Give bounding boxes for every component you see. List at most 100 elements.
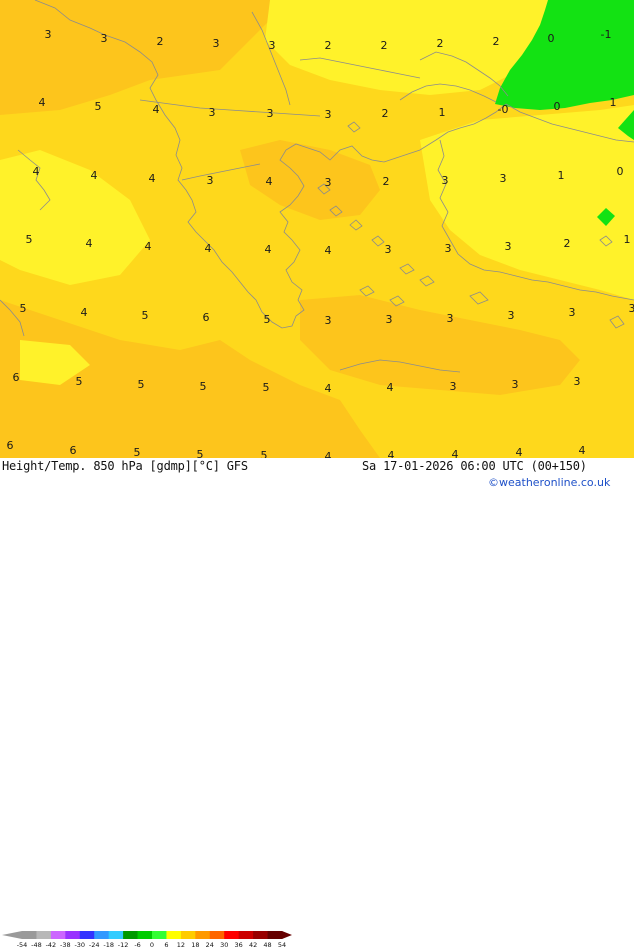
temperature-value: 0 [548,32,555,45]
colorbar-tick-label: -24 [89,941,100,948]
temperature-value: 5 [95,100,102,113]
colorbar-swatch [268,931,283,939]
colorbar-tick-label: -48 [31,941,42,948]
colorbar-tick-label: 24 [206,941,214,948]
temperature-value: 4 [325,450,332,458]
colorbar-swatch [123,931,138,939]
temperature-value: 1 [558,169,565,182]
colorbar-tick-label: 30 [220,941,228,948]
colorbar-swatch [109,931,124,939]
temperature-value: 5 [138,378,145,391]
colorbar-tick-label: -30 [74,941,85,948]
temperature-value: 6 [70,444,77,457]
run-time-label: Sa 17-01-2026 06:00 UTC (00+150) [362,459,587,473]
map-canvas: 3 3 2 3 3 2 2 2 2 0 -1 4 5 4 3 3 3 2 1 -0 0 1 4 4 4 3 4 3 2 3 3 1 0 5 4 4 4 4… [0,0,634,458]
temperature-value: 3 [505,240,512,253]
colorbar-swatch [166,931,181,939]
colorbar-tick-label: 12 [177,941,185,948]
temperature-value: 0 [554,100,561,113]
temperature-value: 4 [149,172,156,185]
temperature-value: 3 [45,28,52,41]
temperature-value: 5 [142,309,149,322]
temperature-value: 3 [508,309,515,322]
temperature-value: 4 [387,381,394,394]
temperature-value: 4 [325,244,332,257]
temperature-value: -1 [601,28,612,41]
colorbar-swatch [181,931,196,939]
temperature-value: 5 [264,313,271,326]
temperature-value: 3 [445,242,452,255]
temperature-value: -0 [498,103,509,116]
temperature-value: 3 [512,378,519,391]
temperature-value: 2 [493,35,500,48]
temperature-value: 4 [86,237,93,250]
temperature-value: 3 [569,306,576,319]
temperature-value: 3 [267,107,274,120]
temperature-value: 4 [33,165,40,178]
temperature-value: 2 [564,237,571,250]
temperature-value: 4 [579,444,586,457]
temperature-value: 4 [81,306,88,319]
map-title-label: Height/Temp. 850 hPa [gdmp][°C] GFS [2,459,248,473]
temperature-value: 1 [610,96,617,109]
temperature-value: 5 [263,381,270,394]
footer-bar: Height/Temp. 850 hPa [gdmp][°C] GFS Sa 1… [0,458,634,490]
temperature-value: 1 [624,233,631,246]
colorbar-tick-label: -18 [103,941,114,948]
colorbar-tick-label: 18 [191,941,199,948]
temperature-value: 3 [269,39,276,52]
temperature-value: 3 [101,32,108,45]
temperature-value: 4 [266,175,273,188]
temperature-value: 5 [26,233,33,246]
colorbar-tick-label: 36 [235,941,243,948]
colorbar-tick-label: -38 [60,941,71,948]
temperature-value: 6 [203,311,210,324]
temperature-value: 5 [134,446,141,458]
colorbar-tick-label: -42 [46,941,57,948]
credit-link[interactable]: ©weatheronline.co.uk [488,476,610,489]
colorbar-swatch [138,931,153,939]
colorbar-tick-label: 0 [150,941,154,948]
colorbar-swatch [80,931,95,939]
colorbar-swatch [94,931,109,939]
temperature-value: 3 [442,174,449,187]
temperature-value: 2 [437,37,444,50]
colorbar-swatch [36,931,51,939]
temperature-value: 5 [200,380,207,393]
temperature-value: 3 [325,176,332,189]
colorbar-swatch [224,931,239,939]
temperature-value: 5 [20,302,27,315]
temperature-value: 4 [325,382,332,395]
temperature-value: 2 [381,39,388,52]
temperature-value: 0 [617,165,624,178]
temperature-value: 2 [325,39,332,52]
temperature-value: 4 [265,243,272,256]
temperature-value: 3 [385,243,392,256]
temperature-value: 4 [39,96,46,109]
temperature-value: 3 [447,312,454,325]
temperature-value: 2 [383,175,390,188]
temperature-value: 2 [157,35,164,48]
colorbar-swatch [51,931,66,939]
temperature-value: 3 [213,37,220,50]
temperature-value: 3 [207,174,214,187]
colorbar-tick-label: 6 [164,941,168,948]
colorbar-tick-label: 48 [263,941,271,948]
colorbar-tick-label: -54 [17,941,28,948]
colorbar-legend: -54-48 -42-38-30 -24-18 -12 -6 0 6 12 18 24 30 36 42… [0,930,300,948]
colorbar-swatch [210,931,225,939]
temperature-value: 4 [145,240,152,253]
colorbar-swatch [65,931,80,939]
colorbar-tick-label: -6 [134,941,140,948]
colorbar-tick-label: -12 [118,941,129,948]
temperature-value: 3 [325,108,332,121]
temperature-value: 5 [197,448,204,458]
colorbar-swatch [239,931,254,939]
temperature-value: 3 [209,106,216,119]
temperature-value: 6 [13,371,20,384]
temperature-value: 4 [91,169,98,182]
colorbar-swatch [152,931,167,939]
colorbar-tick-label: 42 [249,941,257,948]
weather-map: 3 3 2 3 3 2 2 2 2 0 -1 4 5 4 3 3 3 2 1 -0 0 1 4 4 4 3 4 3 2 3 3 1 0 5 4 4 4 4… [0,0,634,458]
temperature-value: 4 [388,449,395,458]
